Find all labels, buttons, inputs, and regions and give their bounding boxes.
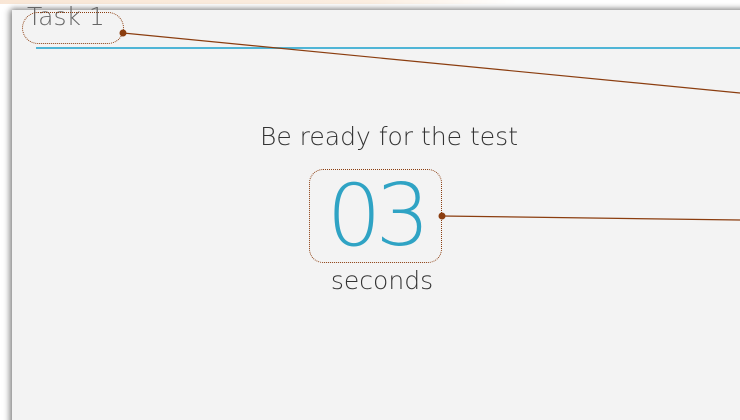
screenshot-canvas: Task 1 Be ready for the test 03 seconds <box>0 0 740 420</box>
ready-prompt: Be ready for the test <box>259 122 519 151</box>
countdown-annotation-ring <box>309 169 442 263</box>
task-title-annotation-ring <box>22 12 124 44</box>
countdown-unit-label: seconds <box>330 266 434 295</box>
top-edge-strip <box>0 0 740 4</box>
header-divider <box>36 47 740 49</box>
